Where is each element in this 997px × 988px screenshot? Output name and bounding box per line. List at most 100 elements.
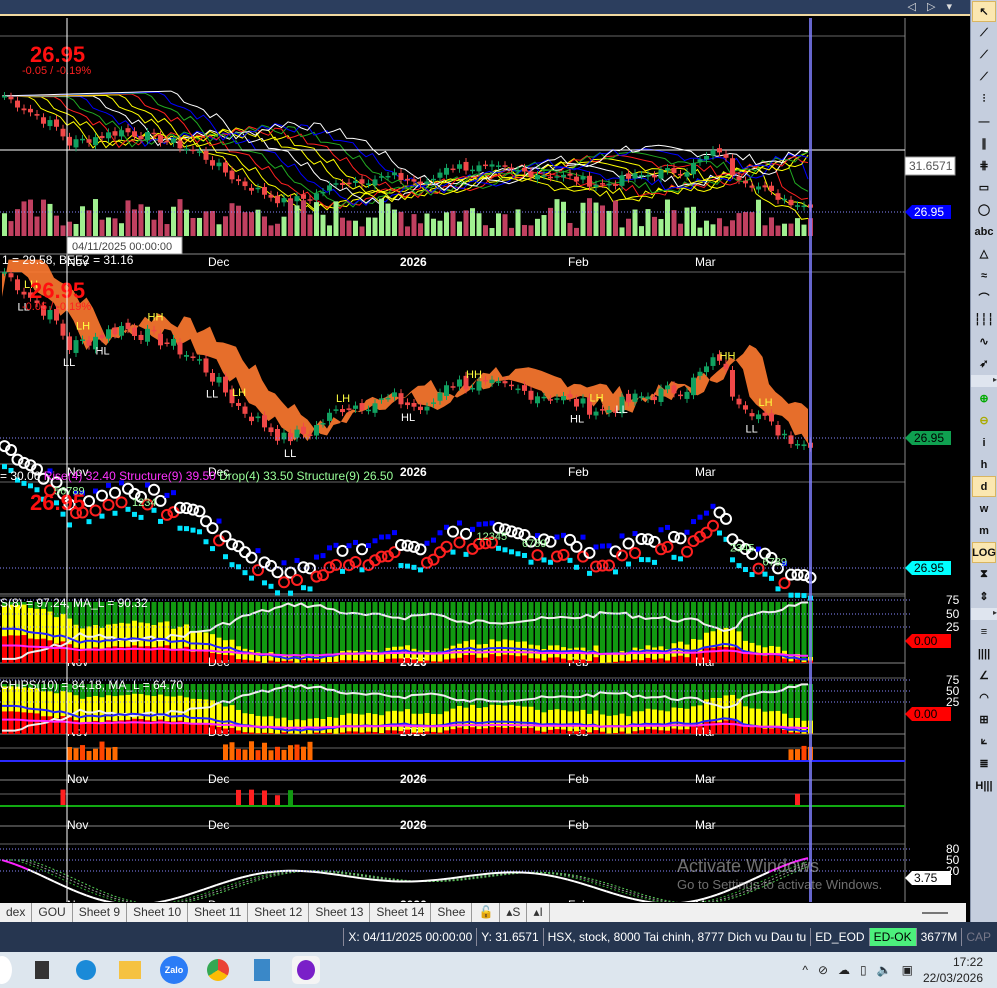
tabs-scrollbar[interactable] <box>922 911 948 914</box>
tool-27-icon[interactable]: ≡ <box>972 621 996 642</box>
tool-33-icon[interactable]: ≣ <box>972 753 996 774</box>
tool-3-icon[interactable]: ⟋ <box>972 67 996 88</box>
red-bar <box>762 655 768 663</box>
tool-7-icon[interactable]: ⋕ <box>972 155 996 176</box>
tool-9-icon[interactable]: ◯ <box>972 199 996 220</box>
tool-8-icon[interactable]: ▭ <box>972 177 996 198</box>
tool-29-icon[interactable]: ∠ <box>972 665 996 686</box>
tool-13-icon[interactable]: ⌒ <box>972 287 996 308</box>
tool-25-icon[interactable]: ⧗ <box>972 564 996 585</box>
sheet-tab[interactable]: GOU <box>32 903 73 922</box>
display-icon[interactable]: ▯ <box>860 963 867 977</box>
sheet-tab[interactable]: Sheet 12 <box>248 903 310 922</box>
candle-body <box>665 385 670 390</box>
sheet-tab[interactable]: Sheet 13 <box>309 903 371 922</box>
red-bar <box>580 659 586 663</box>
swing-label: LL <box>746 423 758 435</box>
signal-bar <box>788 749 794 761</box>
candle-body <box>541 175 547 177</box>
sheet-tab[interactable]: Sheet 14 <box>370 903 432 922</box>
tool-20-icon[interactable]: h <box>972 454 996 475</box>
green-bar <box>281 602 287 663</box>
zalo-icon[interactable]: Zalo <box>160 956 188 984</box>
notepad-icon[interactable] <box>248 956 276 984</box>
yellow-bar <box>535 709 540 734</box>
red-bar <box>424 660 430 663</box>
tool-11-icon[interactable]: △ <box>972 243 996 264</box>
edge-icon[interactable] <box>72 956 100 984</box>
tool-15-icon[interactable]: ∿ <box>972 331 996 352</box>
sheet-tab[interactable]: Shee <box>431 903 473 922</box>
clock[interactable]: 17:22 22/03/2026 <box>923 954 983 986</box>
candle-body <box>314 193 319 200</box>
chart-area[interactable]: Nov Dec 2026 Feb Mar Nov Dec 2026 Feb Mar Nov Dec 20… <box>0 18 966 902</box>
tab-control-button[interactable]: ▴I <box>527 903 550 922</box>
start-icon[interactable] <box>0 956 12 984</box>
td-bar <box>626 561 631 567</box>
tool-12-icon[interactable]: ≈ <box>972 265 996 286</box>
td-bar <box>197 529 202 535</box>
candle-body <box>593 411 599 416</box>
tool-34-icon[interactable]: H||| <box>972 775 996 796</box>
tool-26-icon[interactable]: ⇕ <box>972 586 996 607</box>
amibroker-icon[interactable] <box>292 956 320 984</box>
tool-1-icon[interactable]: ⟋ <box>972 23 996 44</box>
tool-31-icon[interactable]: ⊞ <box>972 709 996 730</box>
tool-32-icon[interactable]: ⟀ <box>972 731 996 752</box>
volume-icon[interactable]: 🔈 <box>877 963 892 977</box>
candle-body <box>164 140 170 143</box>
chrome-icon[interactable] <box>204 956 232 984</box>
candle-body <box>645 175 651 177</box>
tool-10-icon[interactable]: abc <box>972 221 996 242</box>
tool-16-icon[interactable]: ➶ <box>972 353 996 374</box>
green-bar <box>294 602 300 663</box>
tool-30-icon[interactable]: ◠ <box>972 687 996 708</box>
sheet-tab[interactable]: dex <box>0 903 33 922</box>
toolbar-expander[interactable]: ▸ <box>971 608 997 620</box>
network-off-icon[interactable]: ⊘ <box>818 963 828 977</box>
swing-label: LH <box>759 397 773 409</box>
task-view-icon[interactable] <box>28 956 56 984</box>
tool-6-icon[interactable]: ∥ <box>972 133 996 154</box>
td-bar <box>353 539 358 545</box>
oscillator-segment <box>378 879 386 882</box>
month-label-Feb: Feb <box>568 898 589 902</box>
tool-17-icon[interactable]: ⊕ <box>972 388 996 409</box>
yellow-bar <box>346 713 352 734</box>
tab-control-button[interactable]: 🔓 <box>472 903 501 922</box>
tool-5-icon[interactable]: — <box>972 111 996 132</box>
tool-24-icon[interactable]: LOG <box>972 542 996 563</box>
sheet-nav-arrows[interactable]: ◁ ▷ ▾ <box>907 0 956 13</box>
tool-4-icon[interactable]: ⫶ <box>972 89 996 110</box>
tool-21-icon[interactable]: d <box>972 476 996 497</box>
tool-22-icon[interactable]: w <box>972 498 996 519</box>
tab-control-button[interactable]: ▴S <box>500 903 528 922</box>
toolbar-expander[interactable]: ▸ <box>971 375 997 387</box>
red-bar <box>580 729 586 734</box>
explorer-icon[interactable] <box>116 956 144 984</box>
onedrive-icon[interactable]: ☁ <box>838 963 850 977</box>
tool-19-icon[interactable]: i <box>972 432 996 453</box>
chart-svg[interactable]: Nov Dec 2026 Feb Mar Nov Dec 2026 Feb Mar Nov Dec 20… <box>0 18 966 902</box>
tool-28-icon[interactable]: |||| <box>972 643 996 664</box>
volume-bar <box>320 214 326 236</box>
sheet-tab[interactable]: Sheet 11 <box>188 903 249 922</box>
oscillator-segment <box>183 892 191 897</box>
sheet-tab[interactable]: Sheet 9 <box>73 903 128 922</box>
sheet-tab[interactable]: Sheet 10 <box>127 903 189 922</box>
tray-chevron-icon[interactable]: ^ <box>802 963 808 977</box>
battery-icon[interactable]: ▣ <box>902 963 913 977</box>
tool-0-icon[interactable]: ↖ <box>972 1 996 22</box>
candle-body <box>574 398 579 407</box>
tool-23-icon[interactable]: m <box>972 520 996 541</box>
candle-body <box>574 176 579 182</box>
oscillator-segment <box>788 860 796 865</box>
candle-body <box>119 130 124 137</box>
level-label: 75 <box>946 593 960 607</box>
red-bar <box>346 660 352 663</box>
tool-14-icon[interactable]: ┆┆┆ <box>972 309 996 330</box>
yellow-bar <box>275 718 280 734</box>
candle-body <box>281 198 287 203</box>
tool-18-icon[interactable]: ⊖ <box>972 410 996 431</box>
tool-2-icon[interactable]: ⟋ <box>972 45 996 66</box>
